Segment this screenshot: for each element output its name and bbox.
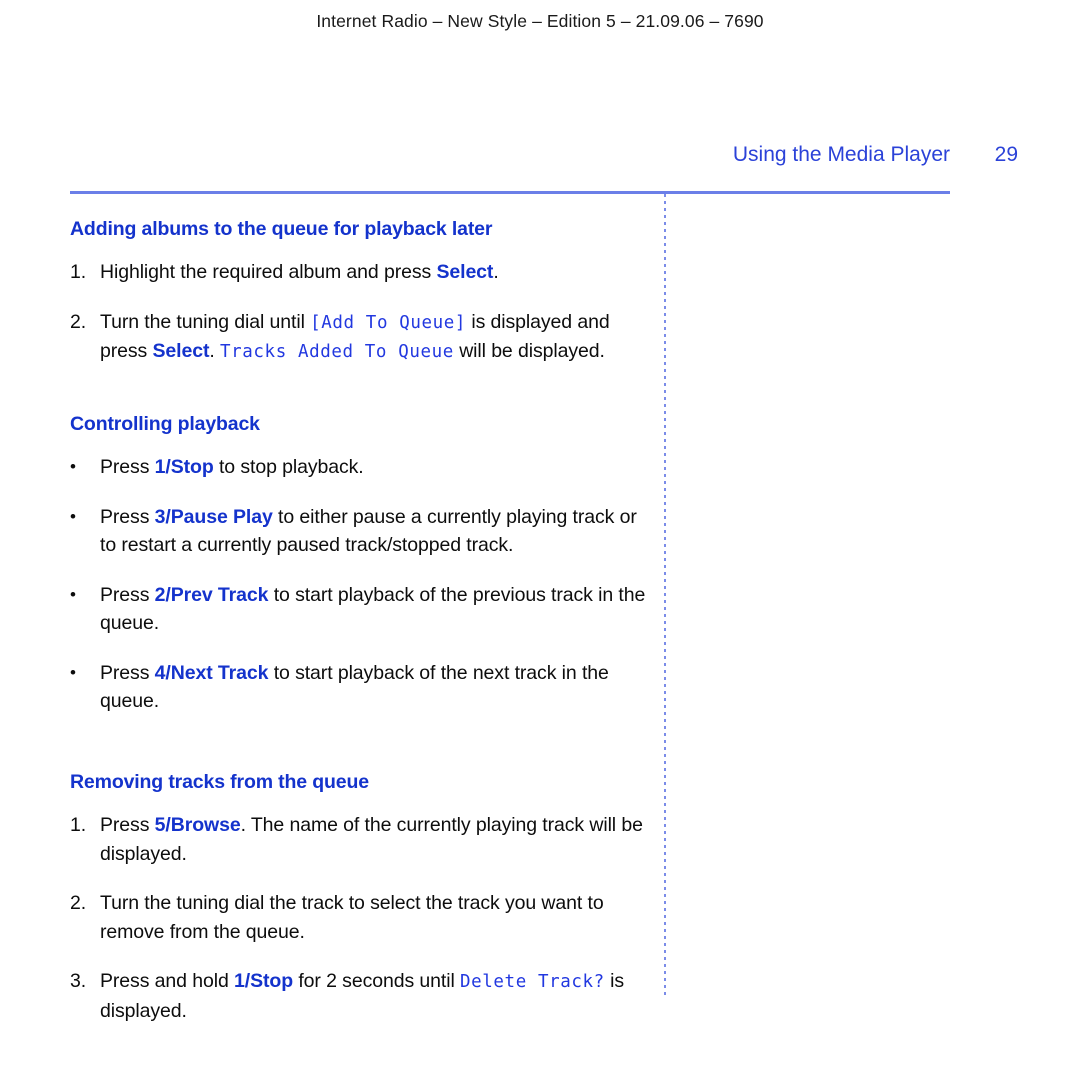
list-number: 2.: [70, 892, 87, 915]
lcd-display-text: Tracks Added To Queue: [220, 342, 454, 363]
body-text: Turn the tuning dial the track to select…: [100, 892, 604, 943]
list-item-text: Press 1/Stop to stop playback.: [100, 456, 364, 478]
bullet-marker-icon: •: [70, 506, 76, 526]
body-text: Press: [100, 814, 155, 837]
body-text: Highlight the required album and press: [100, 261, 437, 284]
lcd-display-text: [Add To Queue]: [310, 312, 467, 333]
list-item: • Press 2/Prev Track to start playback of…: [70, 581, 650, 638]
list-item-text: Turn the tuning dial until [Add To Queue…: [100, 311, 610, 363]
bullet-marker-icon: •: [70, 457, 76, 477]
column-divider: [664, 194, 666, 995]
body-text: to stop playback.: [213, 456, 364, 479]
button-reference: 1/Stop: [154, 456, 214, 479]
list-item-text: Press 2/Prev Track to start playback of …: [100, 584, 645, 635]
list-item: • Press 3/Pause Play to either pause a cu…: [70, 503, 650, 560]
body-text: Press and hold: [100, 970, 235, 993]
button-reference: Select: [152, 340, 210, 363]
list-item: 1. Press 5/Browse. The name of the curren…: [70, 811, 650, 868]
bullet-marker-icon: •: [70, 662, 76, 682]
body-text: Press: [100, 456, 155, 479]
list-controlling-playback: • Press 1/Stop to stop playback. • Press 3/…: [70, 453, 650, 716]
heading-spacer: [70, 436, 650, 453]
header-rule: [70, 191, 950, 194]
list-item: 2. Turn the tuning dial until [Add To Que…: [70, 308, 650, 367]
list-item: 1. Highlight the required album and press…: [70, 258, 650, 287]
section-heading-controlling-playback: Controlling playback: [70, 412, 260, 435]
body-text: Press: [100, 661, 155, 684]
section-heading-adding-albums: Adding albums to the queue for playback …: [70, 218, 493, 240]
body-text: Turn the tuning dial until: [100, 310, 311, 333]
list-item-text: Press 3/Pause Play to either pause a cur…: [100, 506, 637, 557]
list-number: 2.: [70, 310, 87, 333]
body-text: will be displayed.: [453, 340, 605, 363]
button-reference: 1/Stop: [234, 970, 294, 993]
page-header: Using the Media Player 29: [70, 143, 1018, 175]
heading-spacer: [70, 241, 650, 258]
list-item: • Press 1/Stop to stop playback.: [70, 453, 650, 482]
list-number: 3.: [70, 970, 87, 993]
list-item-text: Press 5/Browse. The name of the currentl…: [100, 814, 643, 865]
heading-spacer: [70, 794, 650, 811]
button-reference: 4/Next Track: [154, 661, 269, 684]
list-item-text: Press and hold 1/Stop for 2 seconds unti…: [100, 970, 624, 1022]
main-content-column: Adding albums to the queue for playback …: [70, 218, 650, 1025]
list-item-text: Turn the tuning dial the track to select…: [100, 892, 604, 943]
body-text: Press: [100, 583, 155, 606]
list-number: 1.: [70, 814, 87, 837]
list-number: 1.: [70, 261, 87, 284]
body-text: .: [209, 340, 221, 363]
list-removing-tracks: 1. Press 5/Browse. The name of the curren…: [70, 811, 650, 1025]
list-item: • Press 4/Next Track to start playback of…: [70, 659, 650, 716]
list-adding-albums: 1. Highlight the required album and press…: [70, 258, 650, 367]
body-text: .: [493, 261, 499, 284]
button-reference: Select: [436, 261, 494, 284]
list-item: 2. Turn the tuning dial the track to sele…: [70, 889, 650, 946]
list-item-text: Highlight the required album and press S…: [100, 261, 499, 283]
list-item: 3. Press and hold 1/Stop for 2 seconds un…: [70, 967, 650, 1025]
body-text: Press: [100, 505, 155, 528]
button-reference: 2/Prev Track: [154, 583, 269, 606]
document-running-head: Internet Radio – New Style – Edition 5 –…: [316, 11, 764, 31]
list-item-text: Press 4/Next Track to start playback of …: [100, 662, 609, 713]
button-reference: 3/Pause Play: [154, 505, 273, 528]
body-text: for 2 seconds until: [293, 970, 461, 993]
page-number: 29: [994, 143, 1018, 166]
section-heading-removing-tracks: Removing tracks from the queue: [70, 770, 369, 793]
bullet-marker-icon: •: [70, 584, 76, 604]
chapter-title: Using the Media Player: [732, 143, 950, 166]
lcd-display-text: Delete Track?: [460, 972, 605, 993]
button-reference: 5/Browse: [154, 814, 241, 837]
